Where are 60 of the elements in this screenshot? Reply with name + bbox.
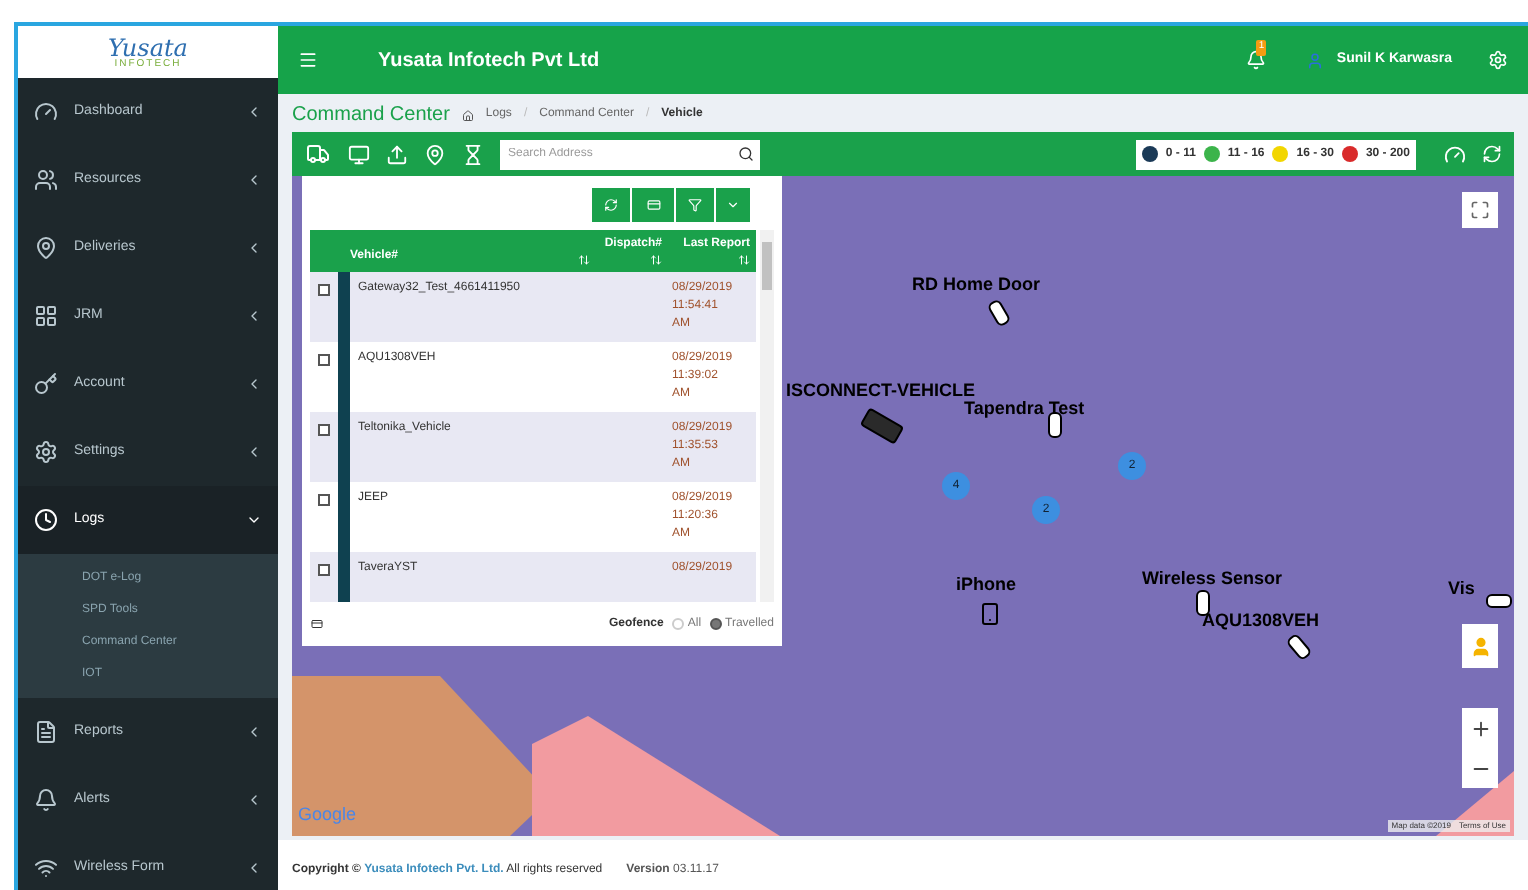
checkbox[interactable]: [318, 494, 330, 506]
card-icon: [645, 198, 661, 212]
checkbox[interactable]: [318, 284, 330, 296]
plus-icon: [1469, 717, 1491, 739]
radio-button[interactable]: [709, 618, 722, 630]
refresh-icon[interactable]: [1482, 144, 1502, 164]
fullscreen-button[interactable]: [1462, 192, 1498, 228]
car-icon[interactable]: [1196, 590, 1210, 616]
document-icon: [34, 720, 58, 744]
gauge-icon[interactable]: [1444, 143, 1466, 165]
marker-label: Vis: [1448, 576, 1475, 602]
pin-icon[interactable]: [424, 143, 446, 165]
settings-icon[interactable]: [1488, 50, 1508, 70]
marker-label: iPhone: [956, 572, 1017, 598]
map[interactable]: [292, 176, 1514, 836]
pin-icon: [34, 236, 58, 260]
sort-icon[interactable]: [738, 254, 750, 266]
pegman-icon: [1469, 633, 1491, 659]
home-icon: [461, 109, 474, 121]
bell-icon: [34, 788, 58, 812]
users-icon: [34, 168, 58, 192]
car-icon[interactable]: [1048, 412, 1062, 438]
sort-icon[interactable]: [578, 254, 590, 266]
street-view-button[interactable]: [1462, 624, 1498, 668]
refresh-icon: [604, 198, 618, 212]
marker-label: ISCONNECT-VEHICLE: [786, 378, 976, 401]
monitor-icon[interactable]: [348, 143, 370, 165]
car-icon[interactable]: [986, 298, 1012, 328]
logo-text: Yusata: [108, 35, 188, 59]
marker-label: RD Home Door: [912, 272, 1041, 298]
user-avatar-icon: [1306, 51, 1325, 69]
marker-label: Wireless Sensor: [1142, 566, 1282, 592]
grid-icon: [34, 304, 58, 328]
scrollbar[interactable]: [760, 230, 774, 602]
caret-icon: [726, 198, 740, 212]
gear-icon: [34, 440, 58, 464]
checkbox[interactable]: [318, 564, 330, 576]
upload-icon[interactable]: [386, 143, 408, 165]
page-title: Command Center: [292, 102, 450, 130]
car-icon[interactable]: [1486, 594, 1512, 608]
notification-icon[interactable]: [1246, 50, 1267, 70]
menu-icon[interactable]: [298, 50, 318, 70]
checkbox[interactable]: [318, 354, 330, 366]
filter-icon: [688, 198, 702, 212]
marker-label: AQU1308VEH: [1202, 608, 1320, 634]
sort-icon[interactable]: [650, 254, 662, 266]
truck-icon[interactable]: [304, 142, 332, 166]
fullscreen-icon: [1470, 200, 1490, 220]
checkbox[interactable]: [318, 424, 330, 436]
search-icon: [738, 146, 754, 162]
search-button[interactable]: [732, 139, 760, 169]
hourglass-icon[interactable]: [462, 143, 484, 165]
phone-icon[interactable]: [978, 600, 1002, 628]
gauge-icon: [34, 100, 58, 124]
header-title: Yusata Infotech Pvt Ltd: [378, 47, 602, 75]
clock-icon: [34, 508, 58, 532]
card-icon[interactable]: [310, 618, 324, 630]
marker-label: Tapendra Test: [964, 397, 1085, 422]
map-logo: Google: [298, 801, 357, 828]
key-icon: [34, 372, 58, 396]
